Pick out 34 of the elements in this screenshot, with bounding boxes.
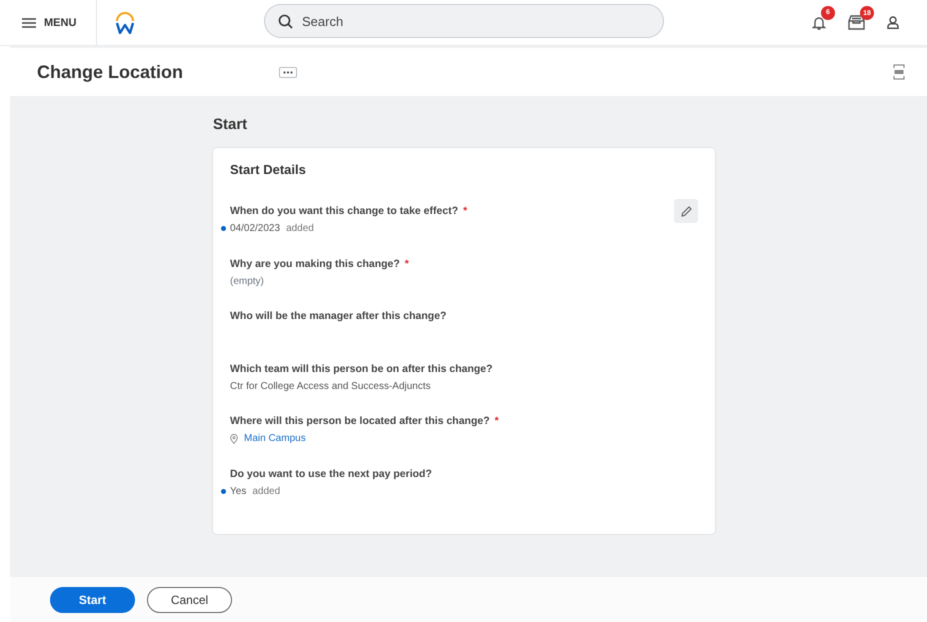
field-label: Why are you making this change? [230, 258, 400, 270]
more-button[interactable] [279, 66, 298, 78]
required-mark: * [494, 415, 499, 427]
required-mark: * [404, 258, 409, 270]
page-title: Change Location [37, 62, 184, 82]
location-link[interactable]: Main Campus [244, 433, 306, 444]
field-value: Ctr for College Access and Success-Adjuncts [230, 380, 431, 392]
start-button[interactable]: Start [50, 586, 135, 612]
field-label: Which team will this person be on after this change? [230, 362, 493, 374]
inbox-icon[interactable] [848, 15, 865, 30]
required-mark: * [463, 205, 468, 217]
field-value: (empty) [230, 276, 264, 286]
field-value: Yes [230, 486, 246, 496]
menu-icon [22, 18, 36, 28]
more-icon [283, 70, 294, 74]
pencil-icon [680, 206, 692, 216]
logo-icon[interactable] [115, 12, 136, 34]
edit-button[interactable] [674, 199, 698, 223]
field-value: 04/02/2023 [230, 223, 280, 234]
location-pin-icon [230, 434, 238, 444]
section-heading: Start [213, 116, 248, 133]
field-label: Who will be the manager after this change? [230, 310, 446, 322]
field-label: When do you want this change to take effect? [230, 205, 458, 217]
change-note: added [252, 486, 280, 496]
cancel-button[interactable]: Cancel [147, 586, 232, 612]
user-icon[interactable] [887, 16, 899, 29]
field-label: Where will this person be located after this change? [230, 415, 490, 427]
bell-icon[interactable] [812, 14, 826, 30]
field-label: Do you want to use the next pay period? [230, 468, 432, 480]
menu-button[interactable]: MENU [0, 0, 98, 45]
search-icon [278, 14, 293, 29]
card-title: Start Details [230, 162, 307, 177]
change-note: added [286, 223, 314, 234]
search-field[interactable]: Search [264, 4, 664, 38]
